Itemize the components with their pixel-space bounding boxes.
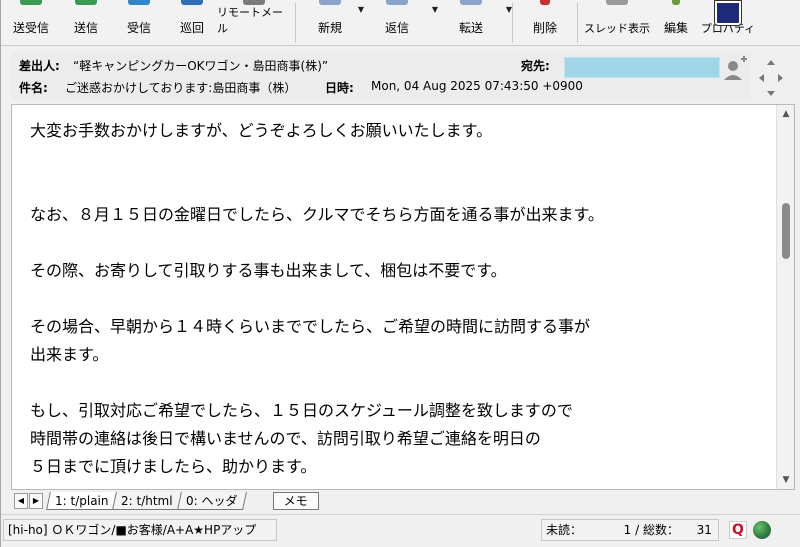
toolbar-separator: [512, 3, 513, 43]
edit-label: 編集: [663, 21, 688, 35]
forward-icon: [460, 0, 482, 5]
add-contact-icon[interactable]: [724, 56, 747, 80]
body-line: [30, 173, 770, 201]
date-label: 日時:: [325, 81, 354, 95]
toolbar-separator: [577, 3, 578, 43]
chevron-down-icon[interactable]: ▼: [506, 5, 512, 14]
delete-button[interactable]: 削除: [517, 0, 573, 45]
toolbar: 送受信 送信 受信 巡回 リモートメール 新規 ▼ 返信 ▼ 転送 ▼ 削除 ス…: [1, 0, 800, 46]
remote-mail-icon: [243, 0, 265, 5]
send-receive-icon: [20, 0, 42, 5]
receive-label: 受信: [126, 21, 151, 35]
body-line: [30, 229, 770, 257]
receive-button[interactable]: 受信: [111, 0, 167, 45]
patrol-icon: [181, 0, 203, 5]
body-line: 出来ます。: [30, 345, 109, 364]
remote-mail-button[interactable]: リモートメール: [217, 0, 291, 45]
send-receive-button[interactable]: 送受信: [1, 0, 61, 45]
reply-icon: [386, 0, 408, 5]
forward-button[interactable]: 転送 ▼: [434, 0, 512, 45]
status-folder: [hi-ho] ＯＫワゴン/■お客様/A+A★HPアップ: [3, 519, 277, 541]
scroll-up-icon[interactable]: ▲: [777, 105, 794, 123]
message-body-text: 大変お手数おかけしますが、どうぞよろしくお願いいたします。 なお、８月１５日の金…: [30, 117, 770, 481]
delete-label: 削除: [532, 21, 557, 35]
position-value: 1: [623, 523, 632, 537]
message-header: 差出人: “軽キャンピングカーOKワゴン・島田商事(株)” 宛先: 件名: ご迷…: [11, 53, 751, 99]
properties-icon: [714, 0, 742, 26]
tab-text-plain-label: 1: t/plain: [55, 494, 109, 508]
body-line: もし、引取対応ご希望でしたら、１５日のスケジュール調整を致しますので: [30, 401, 573, 420]
date-value: Mon, 04 Aug 2025 07:43:50 +0900: [371, 79, 583, 93]
scrollbar-thumb[interactable]: [782, 203, 790, 259]
tab-text-html[interactable]: 2: t/html: [112, 492, 182, 510]
send-button[interactable]: 送信: [61, 0, 111, 45]
remote-mail-label: リモートメール: [217, 6, 283, 35]
scroll-down-icon[interactable]: ▼: [777, 471, 794, 489]
thread-view-icon: [606, 0, 628, 5]
vertical-scrollbar[interactable]: ▲ ▼: [776, 105, 794, 489]
status-bar: [hi-ho] ＯＫワゴン/■お客様/A+A★HPアップ 未読： 1 / 総数：…: [1, 514, 800, 547]
body-line: なお、８月１５日の金曜日でしたら、クルマでそちら方面を通る事が出来ます。: [30, 205, 604, 224]
new-mail-icon: [319, 0, 341, 5]
body-line: 時間帯の連絡は後日で構いませんので、訪問引取り希望ご連絡を明日の: [30, 429, 541, 448]
forward-label: 転送: [458, 21, 483, 35]
receive-icon: [128, 0, 150, 5]
tab-next-icon[interactable]: ▶: [29, 493, 43, 509]
q-icon[interactable]: Q: [729, 521, 747, 539]
memo-button[interactable]: メモ: [272, 492, 319, 510]
from-value[interactable]: “軽キャンピングカーOKワゴン・島田商事(株)”: [73, 57, 328, 74]
body-line: その際、お寄りして引取りする事も出来まして、梱包は不要です。: [30, 261, 507, 280]
header-actions: [719, 56, 791, 100]
tab-prev-icon[interactable]: ◀: [14, 493, 28, 509]
tab-text-plain[interactable]: 1: t/plain: [46, 492, 118, 510]
properties-button[interactable]: プロパティ: [700, 0, 756, 45]
part-tabs: ◀ ▶ 1: t/plain 2: t/html 0: ヘッダ メモ: [11, 490, 795, 512]
tab-text-html-label: 2: t/html: [121, 494, 174, 508]
to-field[interactable]: [564, 57, 720, 78]
send-label: 送信: [73, 21, 98, 35]
patrol-label: 巡回: [179, 21, 204, 35]
message-body[interactable]: 大変お手数おかけしますが、どうぞよろしくお願いいたします。 なお、８月１５日の金…: [11, 104, 795, 490]
body-line: [30, 145, 770, 173]
new-mail-label: 新規: [317, 21, 342, 35]
body-line: [30, 285, 770, 313]
body-line: 大変お手数おかけしますが、どうぞよろしくお願いいたします。: [30, 121, 493, 140]
move-arrows-icon[interactable]: [759, 60, 783, 96]
globe-icon[interactable]: [753, 521, 771, 539]
subject-label: 件名:: [19, 81, 48, 95]
from-label: 差出人:: [19, 59, 60, 73]
reply-button[interactable]: 返信 ▼: [360, 0, 438, 45]
delete-icon: [540, 0, 550, 5]
send-icon: [75, 0, 97, 5]
tab-header[interactable]: 0: ヘッダ: [177, 492, 247, 510]
body-line: ５日までに頂けましたら、助かります。: [30, 457, 317, 476]
tab-header-label: 0: ヘッダ: [186, 494, 238, 508]
toolbar-separator: [295, 3, 296, 43]
send-receive-label: 送受信: [12, 21, 49, 35]
to-label: 宛先:: [521, 59, 550, 73]
subject-value: ご迷惑おかけしております:島田商事（株）: [65, 81, 297, 95]
thread-view-label: スレッド表示: [584, 22, 650, 35]
total-value: 31: [696, 523, 712, 537]
total-label: / 総数：: [635, 523, 679, 537]
header-actions-svg: [724, 56, 783, 96]
new-mail-button[interactable]: 新規 ▼: [300, 0, 364, 45]
edit-button[interactable]: 編集: [652, 0, 700, 45]
unread-label: 未読：: [546, 523, 583, 537]
status-counts: 未読： 1 / 総数： 31: [541, 519, 719, 541]
patrol-button[interactable]: 巡回: [167, 0, 217, 45]
edit-icon: [672, 0, 680, 5]
body-line: その場合、早朝から１４時くらいまででしたら、ご希望の時間に訪問する事が: [30, 317, 591, 336]
reply-label: 返信: [384, 21, 409, 35]
thread-view-button[interactable]: スレッド表示: [582, 0, 652, 45]
mail-viewer-window: 送受信 送信 受信 巡回 リモートメール 新規 ▼ 返信 ▼ 転送 ▼ 削除 ス…: [0, 0, 800, 547]
body-line: [30, 369, 770, 397]
